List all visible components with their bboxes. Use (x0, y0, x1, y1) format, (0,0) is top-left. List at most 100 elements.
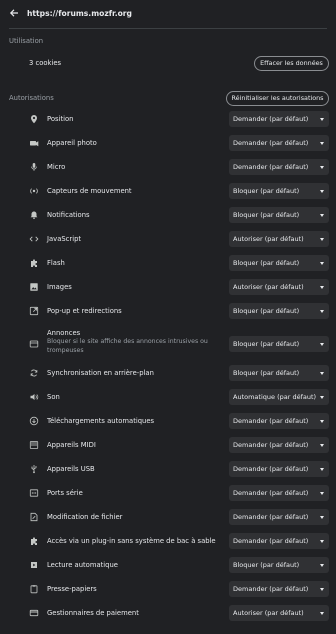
permission-value: Demander (par défaut) (233, 465, 309, 473)
clear-data-button[interactable]: Effacer les données (254, 56, 329, 71)
permission-select[interactable]: Demander (par défaut) (229, 135, 329, 151)
plugin-icon (29, 536, 39, 546)
file-edit-icon (29, 512, 39, 522)
page-header: https://forums.mozfr.org (0, 0, 336, 28)
permission-select[interactable]: Bloquer (par défaut) (229, 303, 329, 319)
permission-select[interactable]: Automatique (par défaut) (229, 389, 329, 405)
permission-label: Presse-papiers (47, 585, 97, 593)
permission-value: Demander (par défaut) (233, 163, 309, 171)
permission-select[interactable]: Autoriser (par défaut) (229, 605, 329, 621)
permission-label: Pop-up et redirections (47, 307, 122, 315)
permission-value: Demander (par défaut) (233, 441, 309, 449)
permission-row: Ports série Demander (par défaut) (0, 481, 336, 505)
chevron-down-icon (320, 588, 324, 591)
permission-value: Bloquer (par défaut) (233, 369, 300, 377)
permission-row: Appareils USB Demander (par défaut) (0, 457, 336, 481)
chevron-down-icon (320, 286, 324, 289)
chevron-down-icon (320, 214, 324, 217)
permission-row: Notifications Bloquer (par défaut) (0, 203, 336, 227)
back-arrow-icon[interactable] (9, 8, 19, 18)
reset-permissions-button[interactable]: Réinitialiser les autorisations (226, 91, 329, 106)
permission-value: Bloquer (par défaut) (233, 340, 300, 348)
permission-row: Pop-up et redirections Bloquer (par défau… (0, 299, 336, 323)
permission-row: Flash Bloquer (par défaut) (0, 251, 336, 275)
permission-row: Téléchargements automatiques Demander (pa… (0, 409, 336, 433)
permission-label: Capteurs de mouvement (47, 187, 132, 195)
permission-select[interactable]: Autoriser (par défaut) (229, 279, 329, 295)
permission-value: Demander (par défaut) (233, 489, 309, 497)
permission-select[interactable]: Demander (par défaut) (229, 509, 329, 525)
permission-select[interactable]: Demander (par défaut) (229, 111, 329, 127)
payment-card-icon (29, 608, 39, 618)
permission-value: Demander (par défaut) (233, 585, 309, 593)
permission-select[interactable]: Demander (par défaut) (229, 581, 329, 597)
popup-icon (29, 306, 39, 316)
permission-row: Synchronisation en arrière-plan Bloquer (… (0, 361, 336, 385)
permission-select[interactable]: Demander (par défaut) (229, 533, 329, 549)
chevron-down-icon (320, 516, 324, 519)
permission-select[interactable]: Bloquer (par défaut) (229, 336, 329, 352)
permission-select[interactable]: Autoriser (par défaut) (229, 231, 329, 247)
chevron-down-icon (320, 612, 324, 615)
permission-row: Appareils MIDI Demander (par défaut) (0, 433, 336, 457)
permission-label: Appareils MIDI (47, 441, 96, 449)
permission-select[interactable]: Bloquer (par défaut) (229, 557, 329, 573)
permission-value: Automatique (par défaut) (233, 393, 317, 401)
permission-value: Bloquer (par défaut) (233, 259, 300, 267)
chevron-down-icon (320, 142, 324, 145)
usb-icon (29, 464, 39, 474)
permission-select[interactable]: Demander (par défaut) (229, 461, 329, 477)
permission-label: Images (47, 283, 72, 291)
permission-select[interactable]: Demander (par défaut) (229, 485, 329, 501)
chevron-down-icon (320, 190, 324, 193)
permission-value: Bloquer (par défaut) (233, 561, 300, 569)
permission-value: Demander (par défaut) (233, 537, 309, 545)
divider (9, 28, 327, 29)
permission-value: Demander (par défaut) (233, 139, 309, 147)
download-icon (29, 416, 39, 426)
permission-label: JavaScript (47, 235, 82, 243)
chevron-down-icon (320, 166, 324, 169)
permission-select[interactable]: Demander (par défaut) (229, 159, 329, 175)
permission-value: Autoriser (par défaut) (233, 235, 304, 243)
permission-select[interactable]: Bloquer (par défaut) (229, 207, 329, 223)
cookies-count: 3 cookies (29, 59, 62, 67)
autoplay-icon (29, 560, 39, 570)
permission-select[interactable]: Bloquer (par défaut) (229, 183, 329, 199)
motion-sensor-icon (29, 186, 39, 196)
clipboard-icon (29, 584, 39, 594)
permissions-section-title: Autorisations (9, 94, 54, 102)
chevron-down-icon (320, 420, 324, 423)
permission-value: Bloquer (par défaut) (233, 307, 300, 315)
speaker-icon (29, 392, 39, 402)
code-icon (29, 234, 39, 244)
permission-label: Accès via un plug-in sans système de bac… (47, 537, 216, 545)
permission-description: Bloquer si le site affiche des annonces … (47, 338, 208, 354)
permission-label: Lecture automatique (47, 561, 118, 569)
chevron-down-icon (320, 372, 324, 375)
permission-row: Son Automatique (par défaut) (0, 385, 336, 409)
chevron-down-icon (320, 444, 324, 447)
location-pin-icon (29, 114, 39, 124)
permission-label: Appareils USB (47, 465, 95, 473)
permission-row: Micro Demander (par défaut) (0, 155, 336, 179)
permission-select[interactable]: Bloquer (par défaut) (229, 255, 329, 271)
chevron-down-icon (320, 343, 324, 346)
permission-select[interactable]: Demander (par défaut) (229, 437, 329, 453)
chevron-down-icon (320, 118, 324, 121)
permission-label: Flash (47, 259, 65, 267)
permission-value: Autoriser (par défaut) (233, 283, 304, 291)
chevron-down-icon (320, 564, 324, 567)
permission-select[interactable]: Bloquer (par défaut) (229, 365, 329, 381)
chevron-down-icon (320, 238, 324, 241)
permission-row: Capteurs de mouvement Bloquer (par défaut… (0, 179, 336, 203)
permission-value: Demander (par défaut) (233, 417, 309, 425)
permission-label: Annonces (47, 329, 81, 337)
permission-select[interactable]: Demander (par défaut) (229, 413, 329, 429)
permission-value: Bloquer (par défaut) (233, 187, 300, 195)
permission-label: Appareil photo (47, 139, 97, 147)
permission-row: Modification de fichier Demander (par déf… (0, 505, 336, 529)
serial-port-icon (29, 488, 39, 498)
permission-label: Micro (47, 163, 66, 171)
permission-row: JavaScript Autoriser (par défaut) (0, 227, 336, 251)
